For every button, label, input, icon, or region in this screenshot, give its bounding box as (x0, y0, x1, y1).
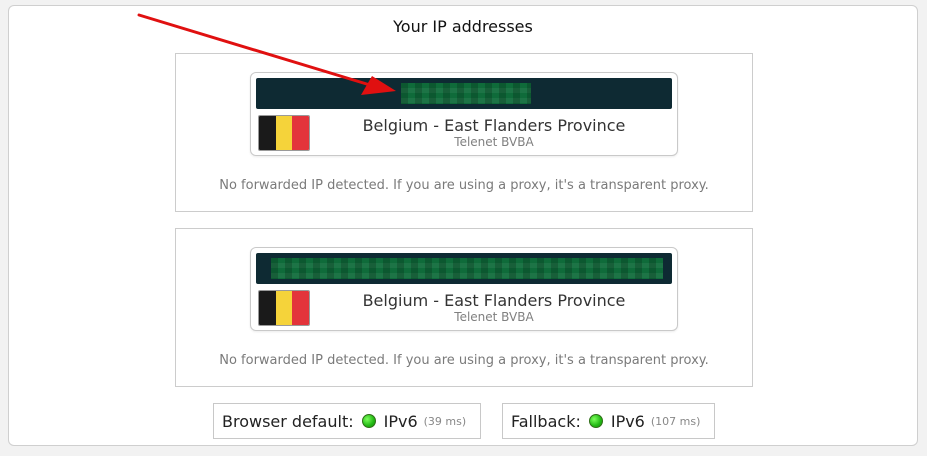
ip-card-2: Belgium - East Flanders Province Telenet… (250, 247, 678, 331)
browser-default-time: (39 ms) (423, 414, 467, 428)
forwarded-ip-note: No forwarded IP detected. If you are usi… (219, 353, 709, 368)
status-dot-icon (588, 414, 603, 428)
belgium-flag-icon (258, 115, 310, 151)
redacted-pixels (401, 83, 531, 104)
fallback-time: (107 ms) (650, 414, 701, 428)
isp-text: Telenet BVBA (454, 135, 534, 149)
isp-text: Telenet BVBA (454, 310, 534, 324)
redacted-pixels (271, 258, 663, 279)
ip-panel-2: Belgium - East Flanders Province Telenet… (175, 228, 753, 387)
status-dot-icon (361, 414, 376, 428)
ip-panel-1: Belgium - East Flanders Province Telenet… (175, 53, 753, 212)
location-text: Belgium - East Flanders Province (362, 116, 626, 135)
location-text: Belgium - East Flanders Province (362, 291, 626, 310)
fallback-protocol: Fallback: IPv6 (107 ms) (502, 403, 715, 439)
browser-default-value: IPv6 (383, 411, 418, 431)
forwarded-ip-note: No forwarded IP detected. If you are usi… (219, 178, 709, 193)
fallback-label: Fallback: (511, 411, 581, 431)
ip-address-redacted[interactable] (256, 253, 672, 284)
browser-default-protocol: Browser default: IPv6 (39 ms) (213, 403, 481, 439)
ip-address-redacted[interactable] (256, 78, 672, 109)
browser-default-label: Browser default: (222, 411, 354, 431)
ip-card-1: Belgium - East Flanders Province Telenet… (250, 72, 678, 156)
belgium-flag-icon (258, 290, 310, 326)
page-title: Your IP addresses (393, 17, 533, 36)
fallback-value: IPv6 (610, 411, 645, 431)
